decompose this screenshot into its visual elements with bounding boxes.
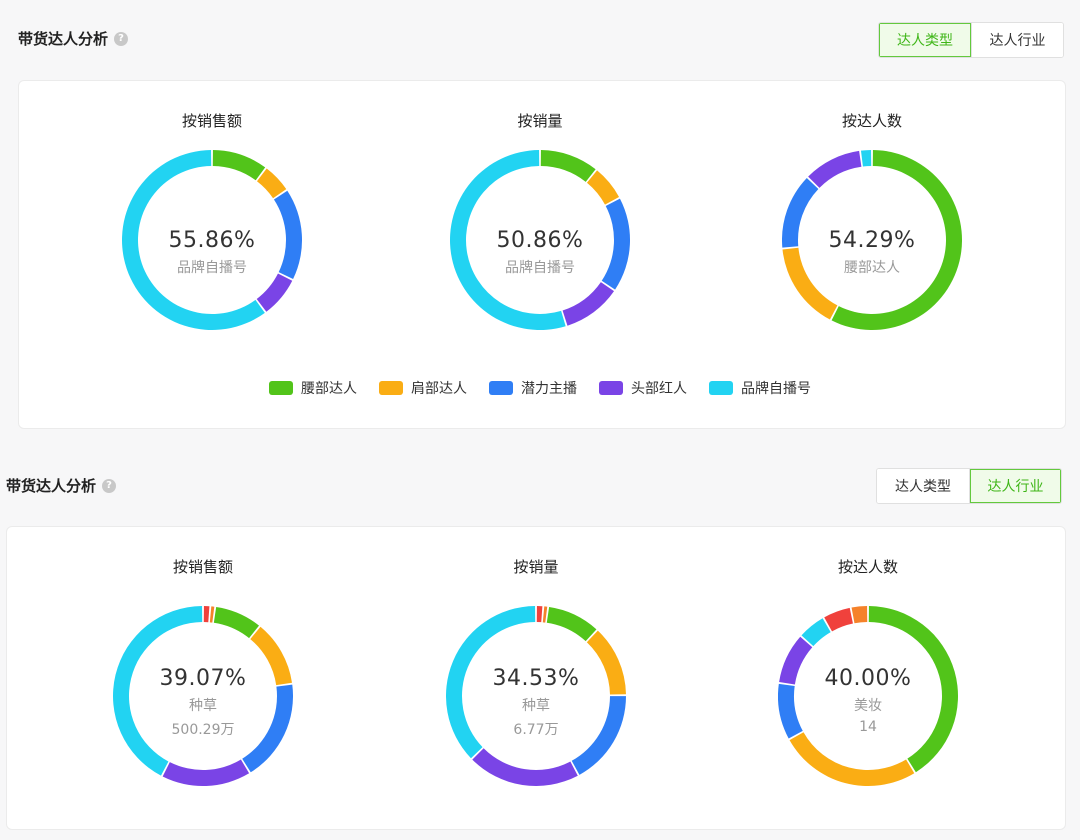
donut-center: 54.29% 腰部达人 xyxy=(782,228,962,277)
donut-segment[interactable] xyxy=(860,150,872,167)
legend-label: 头部红人 xyxy=(631,381,687,397)
legend-item[interactable]: 潜力主播 xyxy=(489,378,577,398)
donut-center: 40.00% 美妆 14 xyxy=(778,666,958,735)
section1-title: 带货达人分析 xyxy=(18,30,109,48)
center-percent: 40.00% xyxy=(824,666,912,691)
donut-segment[interactable] xyxy=(256,168,287,199)
donut-segment[interactable] xyxy=(536,606,543,623)
chart-block-s2-volume: 按销量 34.53% 种草 6.77万 xyxy=(386,556,686,806)
center-label: 品牌自播号 xyxy=(505,260,575,276)
donut-segment[interactable] xyxy=(562,282,615,326)
donut-segment[interactable] xyxy=(162,759,250,786)
chart-title: 按销量 xyxy=(517,112,563,130)
donut-segment[interactable] xyxy=(212,150,266,181)
chart-block-s2-count: 按达人数 40.00% 美妆 14 xyxy=(718,556,1018,806)
center-label: 种草 xyxy=(189,698,217,714)
section2-header: 带货达人分析 ? 达人类型 达人行业 xyxy=(0,466,1080,506)
chart-title: 按销量 xyxy=(513,558,559,576)
section1-toggle: 达人类型 达人行业 xyxy=(878,22,1064,58)
tab-creator-industry[interactable]: 达人行业 xyxy=(969,469,1061,503)
chart-block-s1-sales: 按销售额 55.86% 品牌自播号 xyxy=(62,110,362,360)
legend-item[interactable]: 品牌自播号 xyxy=(709,378,811,398)
tab-creator-type[interactable]: 达人类型 xyxy=(877,469,969,503)
donut-segment[interactable] xyxy=(546,606,597,642)
legend-label: 品牌自播号 xyxy=(741,381,811,397)
chart-block-s2-sales: 按销售额 39.07% 种草 500.29万 xyxy=(53,556,353,806)
center-percent: 34.53% xyxy=(492,666,580,691)
legend-swatch xyxy=(379,381,403,395)
section2-title-wrap: 带货达人分析 ? xyxy=(6,475,117,496)
legend-item[interactable]: 腰部达人 xyxy=(269,378,357,398)
legend-label: 腰部达人 xyxy=(301,381,357,397)
donut-segment[interactable] xyxy=(586,170,620,205)
donut-segment[interactable] xyxy=(851,606,868,624)
chart-title: 按达人数 xyxy=(837,558,898,576)
center-percent: 55.86% xyxy=(168,228,256,253)
donut-center: 50.86% 品牌自播号 xyxy=(450,228,630,277)
donut-segment[interactable] xyxy=(213,606,260,639)
center-value: 6.77万 xyxy=(513,722,559,738)
center-value: 500.29万 xyxy=(171,722,235,738)
section2-title: 带货达人分析 xyxy=(6,477,97,495)
center-percent: 39.07% xyxy=(159,666,247,691)
tab-creator-type[interactable]: 达人类型 xyxy=(879,23,971,57)
center-label: 种草 xyxy=(522,698,550,714)
legend-label: 肩部达人 xyxy=(411,381,467,397)
donut-center: 39.07% 种草 500.29万 xyxy=(113,666,293,739)
legend-swatch xyxy=(599,381,623,395)
donut-center: 55.86% 品牌自播号 xyxy=(122,228,302,277)
section1-header: 带货达人分析 ? 达人类型 达人行业 xyxy=(0,20,1080,60)
legend-item[interactable]: 肩部达人 xyxy=(379,378,467,398)
center-label: 品牌自播号 xyxy=(177,260,247,276)
chart-block-s1-count: 按达人数 54.29% 腰部达人 xyxy=(722,110,1022,360)
center-percent: 54.29% xyxy=(828,228,916,253)
legend-swatch xyxy=(489,381,513,395)
center-label: 美妆 xyxy=(854,698,882,714)
legend-swatch xyxy=(709,381,733,395)
center-label: 腰部达人 xyxy=(844,260,900,276)
donut-segment[interactable] xyxy=(824,607,853,632)
chart-title: 按达人数 xyxy=(841,112,902,130)
center-value: 14 xyxy=(859,719,877,735)
chart-block-s1-volume: 按销量 50.86% 品牌自播号 xyxy=(390,110,690,360)
tab-creator-industry[interactable]: 达人行业 xyxy=(971,23,1063,57)
chart-title: 按销售额 xyxy=(181,112,242,130)
donut-segment[interactable] xyxy=(540,150,596,182)
help-icon[interactable]: ? xyxy=(114,31,129,46)
center-percent: 50.86% xyxy=(496,228,584,253)
donut-segment[interactable] xyxy=(789,732,915,786)
legend-label: 潜力主播 xyxy=(521,381,577,397)
section2-toggle: 达人类型 达人行业 xyxy=(876,468,1062,504)
donut-segment[interactable] xyxy=(542,606,548,623)
help-icon[interactable]: ? xyxy=(102,478,117,493)
donut-segment[interactable] xyxy=(256,273,293,312)
chart-legend: 腰部达人 肩部达人 潜力主播 头部红人 品牌自播号 xyxy=(0,378,1080,398)
chart-title: 按销售额 xyxy=(172,558,233,576)
donut-segment[interactable] xyxy=(808,150,862,188)
donut-center: 34.53% 种草 6.77万 xyxy=(446,666,626,739)
legend-item[interactable]: 头部红人 xyxy=(599,378,687,398)
donut-segment[interactable] xyxy=(209,606,215,623)
legend-swatch xyxy=(269,381,293,395)
donut-segment[interactable] xyxy=(472,748,578,786)
donut-segment[interactable] xyxy=(203,606,210,623)
section1-title-wrap: 带货达人分析 ? xyxy=(18,28,129,49)
